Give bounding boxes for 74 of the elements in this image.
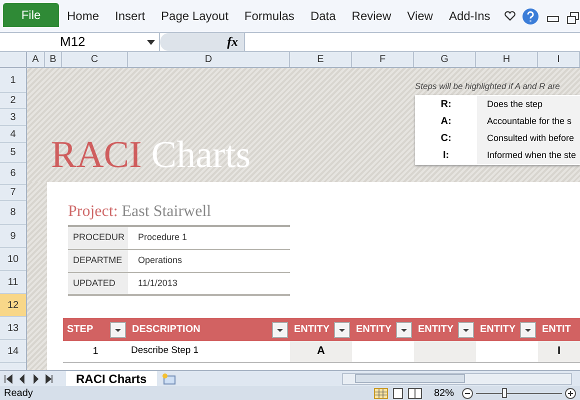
table-cell: A xyxy=(290,341,352,362)
ribbon-tab[interactable]: View xyxy=(399,5,441,27)
zoom-percent: 82% xyxy=(434,386,454,400)
ribbon-tab[interactable]: Review xyxy=(344,5,400,27)
zoom-out-icon[interactable] xyxy=(462,388,473,398)
column-header[interactable]: E xyxy=(290,52,352,67)
row-header[interactable]: 6 xyxy=(0,163,26,185)
insert-function-button[interactable]: fx xyxy=(227,32,238,52)
ribbon-tab[interactable]: Add-Ins xyxy=(440,5,498,27)
column-header[interactable]: A xyxy=(27,52,45,67)
table-cell: I xyxy=(538,341,580,362)
table-cell-text: 1 xyxy=(92,345,100,359)
page-break-view-icon[interactable] xyxy=(408,388,422,398)
column-header[interactable]: D xyxy=(128,52,290,67)
new-sheet-icon[interactable] xyxy=(160,372,177,384)
column-header[interactable]: G xyxy=(414,52,476,67)
column-header[interactable]: I xyxy=(538,52,580,67)
info-label: DEPARTME xyxy=(68,250,128,272)
ribbon-tab[interactable]: Formulas xyxy=(236,5,302,27)
filter-dropdown-icon[interactable] xyxy=(334,322,350,338)
file-tab[interactable]: File xyxy=(3,3,59,27)
shaded-cell xyxy=(414,341,476,362)
row-header[interactable]: 3 xyxy=(0,109,26,126)
filter-dropdown-icon[interactable] xyxy=(110,322,126,338)
filter-dropdown-icon[interactable] xyxy=(272,322,288,338)
help-icon[interactable] xyxy=(522,8,540,25)
legend-text: Does the step xyxy=(477,96,580,113)
row-header[interactable]: 8 xyxy=(0,201,26,225)
info-label: PROCEDUR xyxy=(68,227,128,249)
column-header[interactable]: F xyxy=(352,52,414,67)
minimize-icon[interactable] xyxy=(547,16,560,22)
row-header[interactable]: 2 xyxy=(0,93,26,109)
name-box[interactable]: M12 xyxy=(0,33,160,51)
normal-view-icon[interactable] xyxy=(374,388,388,398)
column-header[interactable]: H xyxy=(476,52,538,67)
zoom-slider-thumb[interactable] xyxy=(502,388,507,398)
filter-dropdown-icon[interactable] xyxy=(458,322,474,338)
sheet-tab[interactable]: RACI Charts xyxy=(66,371,157,386)
heart-icon[interactable] xyxy=(504,10,516,22)
info-label: UPDATED xyxy=(68,273,128,294)
info-value: Operations xyxy=(137,254,184,268)
zoom-in-icon[interactable] xyxy=(565,388,576,398)
ribbon-tab[interactable]: Page Layout xyxy=(153,5,236,27)
column-header[interactable]: C xyxy=(62,52,128,67)
restore-icon[interactable] xyxy=(567,12,580,24)
row-header[interactable]: 10 xyxy=(0,248,26,271)
ribbon-tab[interactable]: Data xyxy=(302,5,344,27)
ribbon-tab[interactable]: Insert xyxy=(107,5,154,27)
table-cell-text: Describe Step 1 xyxy=(130,344,200,358)
legend-key: A: xyxy=(415,114,477,129)
info-value: 11/1/2013 xyxy=(137,276,178,290)
page-layout-view-icon[interactable] xyxy=(392,388,404,398)
legend-text: Consulted with before xyxy=(477,130,580,147)
ribbon-tab[interactable]: Home xyxy=(59,5,108,27)
row-header[interactable]: 5 xyxy=(0,143,26,163)
legend-note: Steps will be highlighted if A and R are xyxy=(415,80,561,93)
row-header[interactable]: 1 xyxy=(0,68,26,93)
legend-text: Accountable for the s xyxy=(477,112,580,130)
row-header[interactable]: 13 xyxy=(0,317,26,340)
legend-key: I: xyxy=(415,148,477,163)
status-text: Ready xyxy=(4,386,33,400)
row-header[interactable]: 7 xyxy=(0,185,26,201)
legend-text: Informed when the ste xyxy=(477,146,580,164)
dropdown-caret-icon[interactable] xyxy=(147,40,155,44)
filter-dropdown-icon[interactable] xyxy=(520,322,536,338)
legend-key: R: xyxy=(415,96,477,112)
row-header[interactable]: 14 xyxy=(0,340,26,363)
filter-dropdown-icon[interactable] xyxy=(396,322,412,338)
row-header[interactable]: 9 xyxy=(0,225,26,248)
row-header[interactable]: 12 xyxy=(0,294,26,317)
column-header[interactable]: B xyxy=(45,52,62,67)
row-header[interactable]: 4 xyxy=(0,126,26,143)
info-value: Procedure 1 xyxy=(137,231,188,244)
legend-key: C: xyxy=(415,130,477,146)
